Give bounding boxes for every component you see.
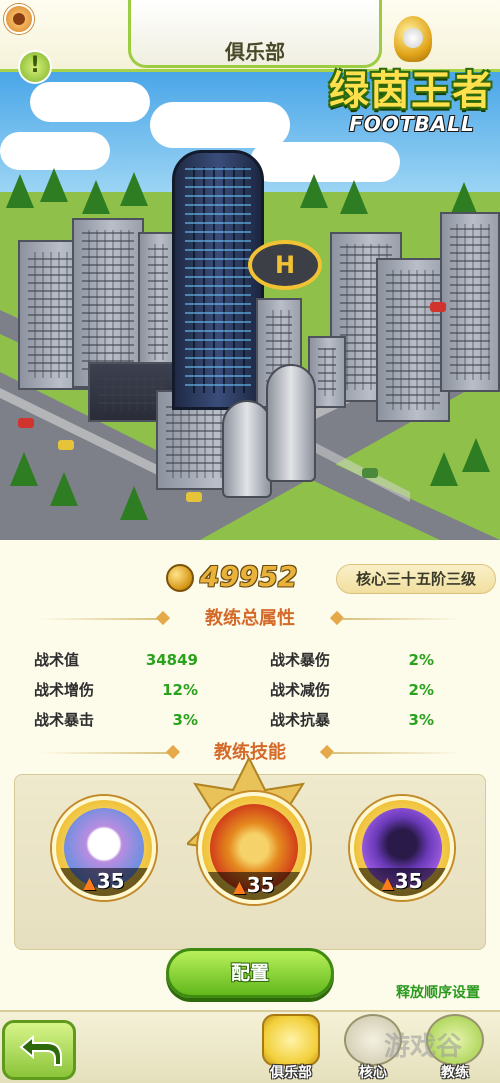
tree	[10, 452, 38, 486]
attributes-heading: 教练总属性	[0, 606, 500, 632]
skill-level: ▲35	[354, 868, 450, 896]
stat-label: 战术增伤	[34, 681, 95, 699]
coach-panel: 49952 核心三十五阶三级 教练总属性 战术值 34849 战术增伤 12% …	[0, 540, 500, 1010]
logo-title: 绿茵王者	[329, 68, 493, 114]
tree	[6, 174, 34, 208]
divider-line	[40, 618, 160, 620]
helipad-icon: H	[248, 240, 322, 290]
release-order-link[interactable]: 释放顺序设置	[396, 982, 480, 1002]
stat-row: 战术值 34849	[34, 648, 198, 672]
tree	[82, 180, 110, 214]
diamond-icon	[165, 744, 181, 760]
skill-level-value: 35	[96, 869, 125, 893]
rank-badge: 核心三十五阶三级	[336, 564, 496, 594]
stat-value: 2%	[408, 681, 434, 699]
stat-label: 战术减伤	[270, 681, 331, 699]
stat-label: 战术暴伤	[270, 651, 331, 669]
flame-icon: ▲	[381, 873, 394, 892]
nav-club[interactable]: 俱乐部	[252, 1008, 330, 1083]
tree	[50, 472, 78, 506]
trophy-icon	[394, 16, 432, 62]
config-button[interactable]: 配置	[166, 948, 334, 998]
skill-level-value: 35	[246, 873, 275, 897]
nav-club-label: 俱乐部	[270, 1065, 312, 1081]
club-headquarters-tower[interactable]	[172, 150, 264, 410]
cloud	[0, 132, 110, 170]
skill-level: ▲35	[202, 872, 306, 900]
stat-value: 34849	[145, 651, 198, 669]
skill-slot-3[interactable]: ▲35	[350, 796, 454, 900]
attributes-heading-text: 教练总属性	[205, 608, 295, 629]
divider-line	[342, 618, 462, 620]
tree	[340, 180, 368, 214]
back-arrow-icon	[19, 1034, 62, 1066]
stat-value: 12%	[162, 681, 198, 699]
tree	[430, 452, 458, 486]
tree	[450, 182, 478, 216]
clubhouse-icon	[262, 1014, 320, 1066]
stat-label: 战术值	[34, 651, 80, 669]
building	[376, 258, 450, 422]
car	[362, 468, 378, 478]
coin-amount: 49952	[200, 560, 298, 593]
skill-slot-2[interactable]: ▲35	[198, 792, 310, 904]
storage-tank	[266, 364, 316, 482]
coin-icon	[166, 564, 194, 592]
tree	[40, 168, 68, 202]
stat-label: 战术抗暴	[270, 711, 331, 729]
back-button[interactable]	[2, 1020, 76, 1080]
club-city-scene[interactable]: H	[0, 72, 500, 540]
storage-tank	[222, 400, 272, 498]
divider-line	[40, 752, 170, 754]
alert-icon[interactable]: !	[18, 50, 52, 84]
stat-value: 3%	[408, 711, 434, 729]
stat-value: 2%	[408, 651, 434, 669]
logo-subtitle: FOOTBALL	[349, 112, 475, 136]
skill-level-value: 35	[394, 869, 423, 893]
watermark-text: 游戏谷	[384, 1032, 463, 1062]
car	[430, 302, 446, 312]
stat-row: 战术暴击 3%	[34, 708, 198, 732]
car	[58, 440, 74, 450]
cloud	[30, 82, 150, 122]
game-logo: 绿茵王者 FOOTBALL	[322, 14, 500, 138]
bottom-nav-bar: 俱乐部 核心 教练 游戏谷	[0, 1010, 500, 1083]
flame-icon: ▲	[83, 873, 96, 892]
car	[18, 418, 34, 428]
skill-level: ▲35	[56, 868, 152, 896]
divider-line	[332, 752, 462, 754]
tree	[462, 438, 490, 472]
stat-value: 3%	[172, 711, 198, 729]
tree	[300, 174, 328, 208]
skill-slot-1[interactable]: ▲35	[52, 796, 156, 900]
player-avatar[interactable]	[4, 4, 34, 34]
stat-row: 战术减伤 2%	[270, 678, 434, 702]
stat-row: 战术抗暴 3%	[270, 708, 434, 732]
stat-label: 战术暴击	[34, 711, 95, 729]
car	[186, 492, 202, 502]
flame-icon: ▲	[233, 877, 246, 896]
building	[440, 212, 500, 392]
tree	[120, 486, 148, 520]
stat-row: 战术暴伤 2%	[270, 648, 434, 672]
stat-row: 战术增伤 12%	[34, 678, 198, 702]
diamond-icon	[155, 610, 171, 626]
tree	[120, 172, 148, 206]
